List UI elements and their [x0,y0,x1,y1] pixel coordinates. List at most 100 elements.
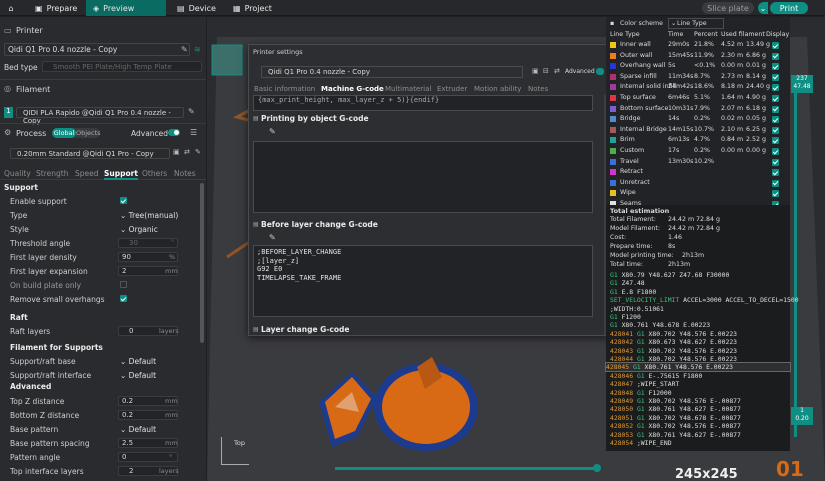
plate-thumbnail[interactable] [211,44,243,76]
gcode-line[interactable]: 428046 G1 E-.75615 F1800 [610,372,702,380]
save-preset-icon[interactable]: ▣ [173,148,180,156]
by-object-gcode-textbox[interactable] [253,141,593,213]
tab-machine-gcode[interactable]: Machine G-code [321,85,384,93]
tab-preview[interactable]: ◈ Preview [86,0,166,16]
gcode-line[interactable]: SET_VELOCITY_LIMIT ACCEL=3000 ACCEL_TO_D… [610,296,799,304]
global-option[interactable]: Global [52,128,76,138]
legend-display-checkbox[interactable] [772,52,779,60]
save-icon[interactable]: ▣ [532,67,539,75]
layer-bottom-badge[interactable]: 1 0.20 [791,407,813,425]
gcode-line[interactable]: 428042 G1 X80.673 Y48.627 E.00223 [610,338,737,346]
top-interface-input[interactable]: 2 layers [118,466,179,476]
compare-icon[interactable]: ⇄ [554,67,560,75]
edit-before-layer-icon[interactable]: ✎ [269,233,276,242]
gcode-line[interactable]: 428049 G1 X80.702 Y48.576 E-.00877 [610,397,741,405]
tab-notes-dialog[interactable]: Notes [528,85,548,93]
slice-plate-button[interactable]: Slice plate [702,2,754,14]
tab-extruder[interactable]: Extruder [437,85,467,93]
bottom-z-input[interactable]: 0.2 mm [118,410,178,420]
edit-by-object-icon[interactable]: ✎ [269,127,276,136]
remove-overhangs-checkbox[interactable] [120,295,127,302]
settings-scrollbar[interactable] [200,183,204,343]
gcode-line[interactable]: 428041 G1 X80.702 Y48.576 E.00223 [610,330,737,338]
raft-layers-input[interactable]: 0 layers [118,326,179,336]
raft-interface-select[interactable]: ⌄ Default [120,371,156,380]
gcode-line[interactable]: 428053 G1 X80.761 Y48.627 E-.00877 [610,431,741,439]
legend-display-checkbox[interactable] [772,148,779,155]
tab-quality[interactable]: Quality [4,169,31,178]
bed-type-select[interactable]: Smooth PEI Plate/High Temp Plate [42,61,202,72]
color-scheme-select[interactable]: ⌄ Line Type [668,18,724,29]
legend-display-checkbox[interactable] [772,137,779,145]
base-spacing-input[interactable]: 2.5 mm [118,438,178,448]
dialog-advanced-toggle[interactable] [596,68,604,75]
legend-display-checkbox[interactable] [772,190,779,198]
gcode-line[interactable]: ;WIDTH:0.51061 [610,305,664,313]
tab-notes[interactable]: Notes [174,169,196,178]
legend-collapse-icon[interactable]: ▪ [610,20,614,27]
gcode-line[interactable]: 428048 G1 F12000 [610,389,672,397]
tab-device[interactable]: ▤ Device [170,0,223,16]
gcode-line[interactable]: G1 E.8 F1800 [610,288,656,296]
legend-display-checkbox[interactable] [772,73,779,81]
tab-motion-ability[interactable]: Motion ability [474,85,521,93]
tab-speed[interactable]: Speed [75,169,99,178]
global-objects-toggle[interactable]: Global Objects [52,128,101,138]
gcode-line[interactable]: G1 F1200 [610,313,641,321]
top-z-input[interactable]: 0.2 mm [118,396,178,406]
raft-base-select[interactable]: ⌄ Default [120,357,156,366]
gcode-line[interactable]: G1 X80.79 Y48.627 Z47.68 F30000 [610,271,729,279]
gcode-line[interactable]: 428050 G1 X80.761 Y48.627 E-.00877 [610,405,741,413]
gcode-line[interactable]: 428043 G1 X80.702 Y48.576 E.00223 [610,347,737,355]
gcode-line[interactable]: G1 Z47.48 [610,279,645,287]
base-pattern-select[interactable]: ⌄ Default [120,425,156,434]
legend-display-checkbox[interactable] [772,105,779,113]
view-cube[interactable]: Top [221,437,249,465]
edit-icon[interactable]: ✎ [181,45,188,54]
legend-display-checkbox[interactable] [772,116,779,124]
legend-display-checkbox[interactable] [772,63,779,71]
first-density-input[interactable]: 90% [118,252,178,262]
move-slider-handle[interactable] [593,464,601,472]
legend-display-checkbox[interactable] [772,95,779,102]
edit-process-icon[interactable]: ✎ [195,148,201,156]
end-gcode-textbox[interactable]: {max_print_height, max_layer_z + 5)}{end… [253,95,593,111]
tab-basic-information[interactable]: Basic information [254,85,315,93]
legend-display-checkbox[interactable] [772,169,779,177]
tab-project[interactable]: ▦ Project [226,0,279,16]
enable-support-checkbox[interactable] [120,197,127,204]
pattern-angle-input[interactable]: 0 ° [118,452,178,462]
legend-display-checkbox[interactable] [772,84,779,92]
layer-slider-track[interactable] [794,77,797,437]
gcode-line[interactable]: 428047 ;WIPE_START [610,380,679,388]
process-settings-icon[interactable]: ☰ [190,128,197,137]
tab-prepare[interactable]: ▣ Prepare [28,0,84,16]
gcode-line[interactable]: 428054 ;WIPE_END [610,439,672,447]
before-layer-gcode-textbox[interactable]: ;BEFORE_LAYER_CHANGE ;[layer_z] G92 E0 T… [253,245,593,317]
compare-preset-icon[interactable]: ⇄ [184,148,190,156]
advanced-toggle[interactable] [168,129,180,136]
type-select[interactable]: ⌄ Tree(manual) [120,211,178,220]
legend-display-checkbox[interactable] [772,179,779,187]
style-select[interactable]: ⌄ Organic [120,225,158,234]
tab-support[interactable]: Support [104,169,138,180]
printer-preset-select[interactable]: Qidi Q1 Pro 0.4 nozzle - Copy ✎ [4,43,190,56]
legend-display-checkbox[interactable] [772,126,779,134]
filament-preset-select[interactable]: QIDI PLA Rapido @Qidi Q1 Pro 0.4 nozzle … [16,107,184,125]
slice-dropdown[interactable]: ⌄ [758,2,768,14]
gcode-line[interactable]: 428045 G1 X80.761 Y48.576 E.00223 [605,362,791,373]
first-expansion-input[interactable]: 2 mm [118,266,178,276]
legend-display-checkbox[interactable] [772,158,779,166]
tab-multimaterial[interactable]: Multimaterial [385,85,431,93]
move-slider-track[interactable] [335,467,597,470]
objects-option[interactable]: Objects [76,129,101,137]
layer-top-badge[interactable]: 237 47.48 [791,75,813,93]
threshold-input[interactable]: 30 ° [118,238,178,248]
home-button[interactable]: ⌂ [0,0,22,16]
gcode-line[interactable]: 428044 G1 X80.702 Y48.576 E.00223 [610,355,737,363]
tab-strength[interactable]: Strength [36,169,68,178]
process-preset-select[interactable]: 0.20mm Standard @Qidi Q1 Pro - Copy [10,148,170,159]
legend-display-checkbox[interactable] [772,42,779,49]
gcode-line[interactable]: 428051 G1 X80.702 Y48.678 E-.00877 [610,414,741,422]
gcode-line[interactable]: 428052 G1 X80.702 Y48.576 E-.00877 [610,422,741,430]
